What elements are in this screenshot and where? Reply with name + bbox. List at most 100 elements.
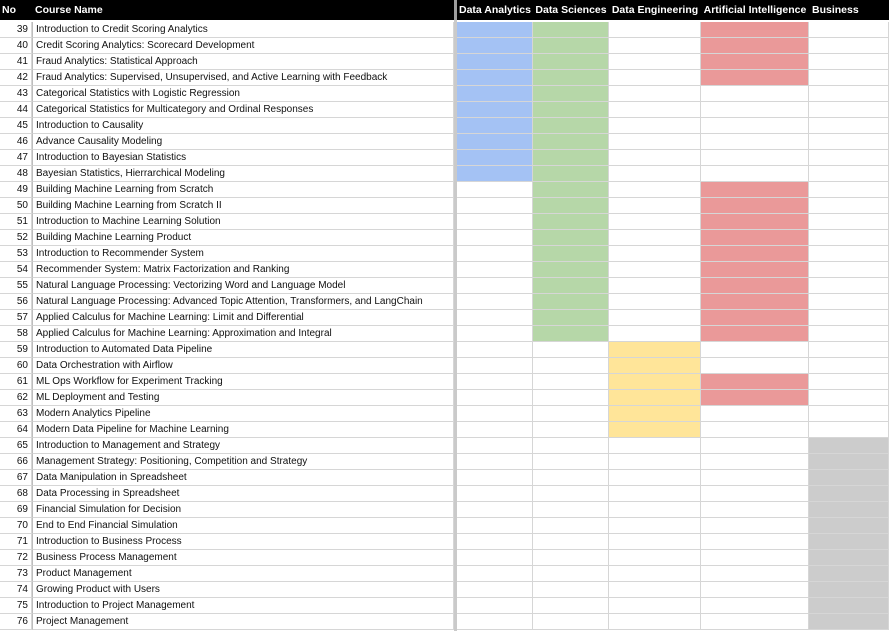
course-number-cell[interactable]: 41 bbox=[0, 54, 32, 70]
category-cell-artificial-intelligence[interactable] bbox=[701, 470, 809, 486]
category-cell-artificial-intelligence[interactable] bbox=[701, 150, 809, 166]
category-cell-data-analytics[interactable] bbox=[457, 614, 533, 630]
course-number-cell[interactable]: 45 bbox=[0, 118, 32, 134]
category-cell-data-analytics[interactable] bbox=[457, 54, 533, 70]
category-cell-data-analytics[interactable] bbox=[457, 518, 533, 534]
course-number-cell[interactable]: 39 bbox=[0, 22, 32, 38]
course-number-cell[interactable]: 58 bbox=[0, 326, 32, 342]
category-cell-data-sciences[interactable] bbox=[533, 86, 609, 102]
category-cell-data-sciences[interactable] bbox=[533, 422, 609, 438]
category-cell-data-engineering[interactable] bbox=[609, 70, 701, 86]
category-cell-data-analytics[interactable] bbox=[457, 198, 533, 214]
course-number-cell[interactable]: 40 bbox=[0, 38, 32, 54]
category-cell-artificial-intelligence[interactable] bbox=[701, 438, 809, 454]
course-name-cell[interactable]: Product Management bbox=[32, 566, 454, 582]
category-cell-business[interactable] bbox=[809, 214, 889, 230]
course-number-cell[interactable]: 63 bbox=[0, 406, 32, 422]
category-cell-data-analytics[interactable] bbox=[457, 246, 533, 262]
course-name-cell[interactable]: Project Management bbox=[32, 614, 454, 630]
course-number-cell[interactable]: 54 bbox=[0, 262, 32, 278]
category-cell-data-sciences[interactable] bbox=[533, 326, 609, 342]
category-cell-business[interactable] bbox=[809, 534, 889, 550]
course-name-cell[interactable]: Categorical Statistics for Multicategory… bbox=[32, 102, 454, 118]
course-name-cell[interactable]: Applied Calculus for Machine Learning: L… bbox=[32, 310, 454, 326]
category-cell-data-engineering[interactable] bbox=[609, 566, 701, 582]
category-cell-data-engineering[interactable] bbox=[609, 102, 701, 118]
category-cell-data-analytics[interactable] bbox=[457, 102, 533, 118]
category-cell-data-engineering[interactable] bbox=[609, 390, 701, 406]
category-cell-artificial-intelligence[interactable] bbox=[701, 38, 809, 54]
category-cell-data-analytics[interactable] bbox=[457, 214, 533, 230]
category-cell-data-analytics[interactable] bbox=[457, 134, 533, 150]
category-cell-business[interactable] bbox=[809, 38, 889, 54]
category-cell-data-sciences[interactable] bbox=[533, 470, 609, 486]
category-cell-data-analytics[interactable] bbox=[457, 454, 533, 470]
category-cell-business[interactable] bbox=[809, 454, 889, 470]
category-cell-artificial-intelligence[interactable] bbox=[701, 54, 809, 70]
course-name-cell[interactable]: Building Machine Learning Product bbox=[32, 230, 454, 246]
course-name-cell[interactable]: Introduction to Management and Strategy bbox=[32, 438, 454, 454]
category-cell-data-engineering[interactable] bbox=[609, 198, 701, 214]
category-cell-data-engineering[interactable] bbox=[609, 54, 701, 70]
category-cell-artificial-intelligence[interactable] bbox=[701, 534, 809, 550]
category-cell-artificial-intelligence[interactable] bbox=[701, 22, 809, 38]
course-number-cell[interactable]: 64 bbox=[0, 422, 32, 438]
category-cell-data-sciences[interactable] bbox=[533, 374, 609, 390]
course-number-cell[interactable]: 59 bbox=[0, 342, 32, 358]
category-cell-data-analytics[interactable] bbox=[457, 534, 533, 550]
category-cell-data-sciences[interactable] bbox=[533, 278, 609, 294]
course-number-cell[interactable]: 74 bbox=[0, 582, 32, 598]
course-name-cell[interactable]: Introduction to Automated Data Pipeline bbox=[32, 342, 454, 358]
category-cell-data-analytics[interactable] bbox=[457, 566, 533, 582]
category-cell-artificial-intelligence[interactable] bbox=[701, 598, 809, 614]
category-cell-data-sciences[interactable] bbox=[533, 214, 609, 230]
course-name-cell[interactable]: Fraud Analytics: Supervised, Unsupervise… bbox=[32, 70, 454, 86]
header-data-analytics[interactable]: Data Analytics bbox=[457, 0, 533, 20]
course-name-cell[interactable]: Introduction to Machine Learning Solutio… bbox=[32, 214, 454, 230]
category-cell-data-sciences[interactable] bbox=[533, 182, 609, 198]
category-cell-data-engineering[interactable] bbox=[609, 422, 701, 438]
category-cell-data-engineering[interactable] bbox=[609, 406, 701, 422]
course-name-cell[interactable]: Building Machine Learning from Scratch I… bbox=[32, 198, 454, 214]
course-name-cell[interactable]: Credit Scoring Analytics: Scorecard Deve… bbox=[32, 38, 454, 54]
category-cell-business[interactable] bbox=[809, 598, 889, 614]
category-cell-data-sciences[interactable] bbox=[533, 294, 609, 310]
category-cell-data-sciences[interactable] bbox=[533, 230, 609, 246]
course-name-cell[interactable]: Financial Simulation for Decision bbox=[32, 502, 454, 518]
category-cell-data-analytics[interactable] bbox=[457, 470, 533, 486]
category-cell-business[interactable] bbox=[809, 310, 889, 326]
category-cell-data-analytics[interactable] bbox=[457, 278, 533, 294]
category-cell-data-analytics[interactable] bbox=[457, 582, 533, 598]
category-cell-data-engineering[interactable] bbox=[609, 134, 701, 150]
course-number-cell[interactable]: 55 bbox=[0, 278, 32, 294]
category-cell-data-engineering[interactable] bbox=[609, 310, 701, 326]
category-cell-artificial-intelligence[interactable] bbox=[701, 118, 809, 134]
category-cell-business[interactable] bbox=[809, 582, 889, 598]
category-cell-data-sciences[interactable] bbox=[533, 310, 609, 326]
category-cell-data-engineering[interactable] bbox=[609, 166, 701, 182]
category-cell-artificial-intelligence[interactable] bbox=[701, 374, 809, 390]
category-cell-business[interactable] bbox=[809, 102, 889, 118]
course-number-cell[interactable]: 71 bbox=[0, 534, 32, 550]
category-cell-data-engineering[interactable] bbox=[609, 214, 701, 230]
category-cell-data-engineering[interactable] bbox=[609, 614, 701, 630]
category-cell-data-engineering[interactable] bbox=[609, 294, 701, 310]
category-cell-business[interactable] bbox=[809, 374, 889, 390]
course-name-cell[interactable]: Introduction to Causality bbox=[32, 118, 454, 134]
category-cell-business[interactable] bbox=[809, 22, 889, 38]
category-cell-business[interactable] bbox=[809, 470, 889, 486]
course-name-cell[interactable]: Introduction to Business Process bbox=[32, 534, 454, 550]
category-cell-artificial-intelligence[interactable] bbox=[701, 70, 809, 86]
category-cell-data-analytics[interactable] bbox=[457, 374, 533, 390]
course-number-cell[interactable]: 67 bbox=[0, 470, 32, 486]
category-cell-data-engineering[interactable] bbox=[609, 502, 701, 518]
category-cell-business[interactable] bbox=[809, 118, 889, 134]
category-cell-data-sciences[interactable] bbox=[533, 566, 609, 582]
category-cell-business[interactable] bbox=[809, 150, 889, 166]
category-cell-artificial-intelligence[interactable] bbox=[701, 550, 809, 566]
header-artificial-intelligence[interactable]: Artificial Intelligence bbox=[701, 0, 809, 20]
category-cell-business[interactable] bbox=[809, 550, 889, 566]
category-cell-data-engineering[interactable] bbox=[609, 150, 701, 166]
category-cell-business[interactable] bbox=[809, 406, 889, 422]
course-number-cell[interactable]: 46 bbox=[0, 134, 32, 150]
